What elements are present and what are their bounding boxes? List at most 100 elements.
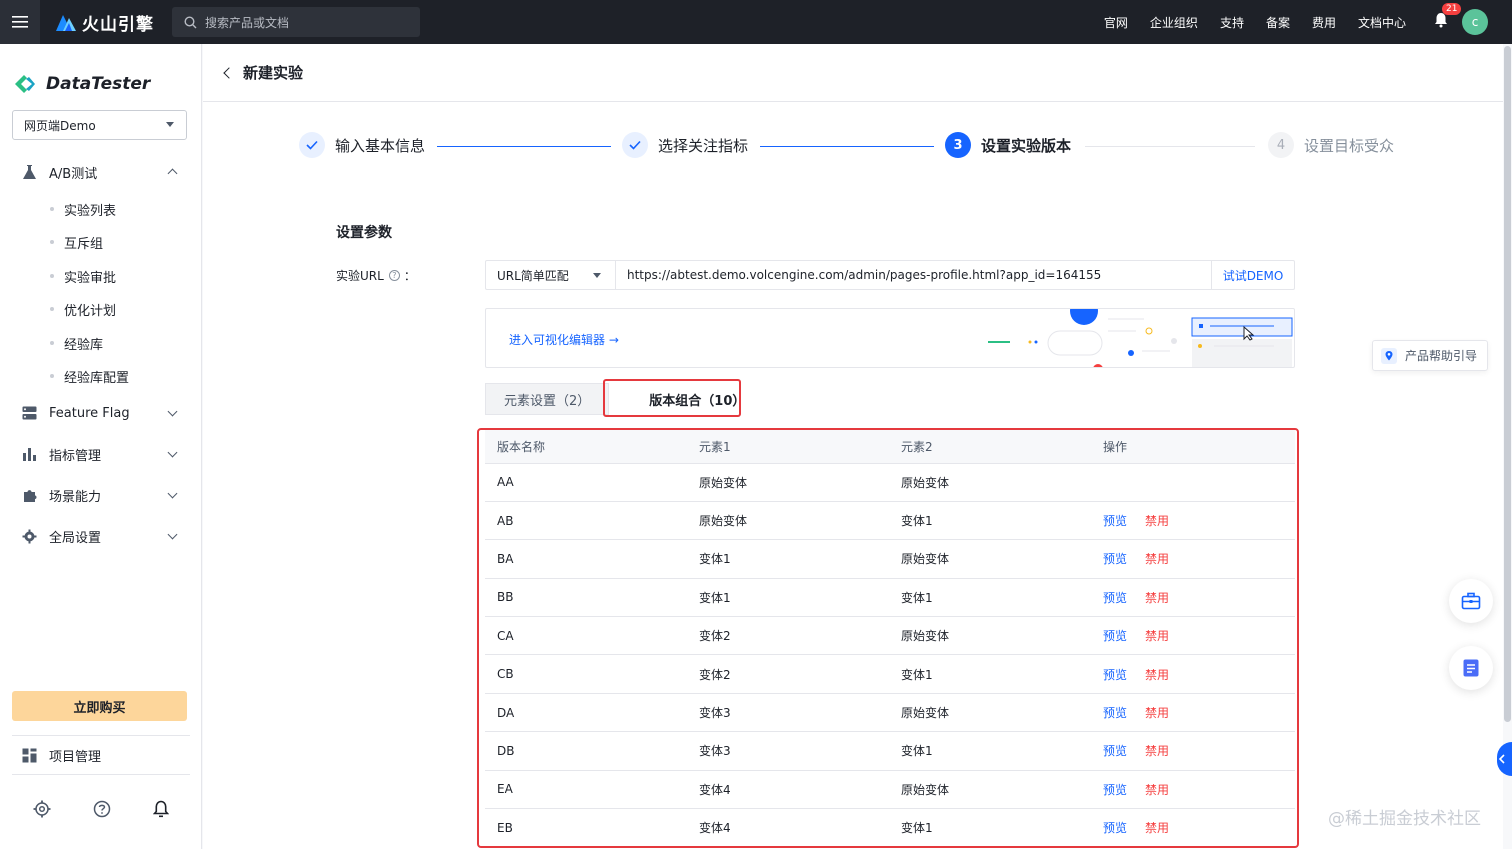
menu-metrics[interactable]: 指标管理 [0, 436, 202, 472]
nav-enterprise[interactable]: 企业组织 [1150, 14, 1198, 31]
menu-global-settings-label: 全局设置 [49, 530, 102, 546]
sidebar-item-label: 优化计划 [64, 303, 117, 319]
url-input-group: URL简单匹配 https://abtest.demo.volcengine.c… [485, 260, 1295, 290]
toolbox-float-button[interactable] [1449, 579, 1493, 623]
bullet-dot [50, 274, 54, 278]
nav-support[interactable]: 支持 [1220, 14, 1244, 31]
sidebar-item-label: 实验列表 [64, 203, 117, 219]
main-content: 新建实验 输入基本信息 选择关注指标 3 设置实验版本 4 设置目标受众 设置参… [203, 44, 1503, 849]
chevron-down-icon [167, 447, 178, 458]
bell-icon[interactable] [153, 800, 169, 818]
flask-icon [21, 164, 37, 180]
chevron-down-icon [593, 273, 601, 278]
watermark: @稀土掘金技术社区 [1328, 809, 1481, 829]
page-header: 新建实验 [203, 44, 1503, 102]
chevron-down-icon [167, 406, 178, 417]
menu-scenes-label: 场景能力 [49, 489, 102, 505]
question-circle-icon[interactable]: ? [388, 270, 400, 281]
sidebar-item-optimization-plan[interactable]: 优化计划 [0, 294, 202, 324]
top-bar: 火山引擎 搜索产品或文档 官网 企业组织 支持 备案 费用 文档中心 21 c [0, 0, 1512, 44]
bullet-dot [50, 341, 54, 345]
page-scrollbar[interactable] [1504, 46, 1511, 722]
visual-editor-card[interactable]: 进入可视化编辑器 → [485, 308, 1295, 368]
sidebar-item-approval[interactable]: 实验审批 [0, 261, 202, 291]
collapse-side-tab[interactable] [1497, 742, 1512, 776]
server-icon [21, 405, 37, 421]
chevron-down-icon [167, 488, 178, 499]
menu-feature-flag[interactable]: Feature Flag [0, 395, 202, 431]
sidebar-item-experience-lib[interactable]: 经验库 [0, 328, 202, 358]
bullet-dot [50, 240, 54, 244]
volcengine-logo[interactable]: 火山引擎 [54, 10, 154, 35]
nav-icp[interactable]: 备案 [1266, 14, 1290, 31]
nav-official-site[interactable]: 官网 [1104, 14, 1128, 31]
datatester-logo-icon [15, 75, 35, 93]
user-avatar[interactable]: c [1462, 9, 1488, 35]
menu-feature-flag-label: Feature Flag [49, 405, 130, 421]
sidebar-footer [0, 800, 202, 818]
menu-ab-test-label: A/B测试 [49, 166, 98, 182]
step-4-number: 4 [1268, 132, 1294, 158]
sidebar-item-label: 互斥组 [64, 236, 104, 252]
menu-scenes[interactable]: 场景能力 [0, 477, 202, 513]
step-2: 选择关注指标 [622, 132, 748, 158]
divider [12, 735, 190, 736]
check-icon [299, 132, 325, 158]
buy-now-button[interactable]: 立即购买 [12, 691, 187, 721]
project-select-value: 网页端Demo [24, 118, 96, 133]
step-1: 输入基本信息 [299, 132, 425, 158]
datatester-logo[interactable]: DataTester [14, 74, 150, 94]
sidebar-item-experiment-list[interactable]: 实验列表 [0, 194, 202, 224]
step-3-number: 3 [945, 132, 971, 158]
top-nav: 官网 企业组织 支持 备案 费用 文档中心 21 c [1104, 0, 1512, 44]
help-question-icon[interactable] [93, 800, 111, 818]
divider [12, 774, 190, 775]
chevron-down-icon [167, 529, 178, 540]
step-connector [437, 146, 611, 147]
menu-project-manage-label: 项目管理 [49, 749, 102, 765]
tab-element-settings[interactable]: 元素设置（2） [485, 383, 610, 415]
try-demo-button[interactable]: 试试DEMO [1211, 261, 1294, 289]
volcano-logo-icon [56, 15, 76, 31]
step-2-label: 选择关注指标 [658, 136, 749, 155]
url-input[interactable]: https://abtest.demo.volcengine.com/admin… [616, 261, 1211, 289]
step-3-label: 设置实验版本 [981, 136, 1072, 155]
step-4-label: 设置目标受众 [1304, 136, 1395, 155]
bar-chart-icon [21, 446, 37, 462]
sidebar-item-experience-lib-config[interactable]: 经验库配置 [0, 361, 202, 391]
bullet-dot [50, 374, 54, 378]
notification-badge: 21 [1442, 3, 1462, 15]
step-connector [1085, 146, 1255, 147]
hamburger-menu-icon[interactable] [0, 0, 40, 44]
help-guide-label: 产品帮助引导 [1405, 349, 1478, 363]
toolbox-icon [1461, 592, 1481, 610]
back-arrow-icon[interactable] [223, 66, 235, 79]
chevron-left-icon [1498, 754, 1505, 764]
chevron-up-icon [167, 168, 178, 179]
global-search-input[interactable]: 搜索产品或文档 [172, 7, 420, 37]
check-icon [622, 132, 648, 158]
brand-name: 火山引擎 [82, 14, 154, 35]
menu-ab-test[interactable]: A/B测试 [0, 154, 202, 190]
settings-gear-icon[interactable] [33, 800, 51, 818]
product-help-guide-button[interactable]: 产品帮助引导 [1372, 340, 1488, 371]
nav-billing[interactable]: 费用 [1312, 14, 1336, 31]
menu-project-manage[interactable]: 项目管理 [0, 737, 202, 773]
chevron-down-icon [166, 122, 174, 127]
bullet-dot [50, 207, 54, 211]
sidebar-item-label: 经验库 [64, 337, 104, 353]
menu-global-settings[interactable]: 全局设置 [0, 518, 202, 554]
sidebar-item-label: 实验审批 [64, 270, 117, 286]
section-title: 设置参数 [336, 225, 392, 241]
gear-icon [21, 528, 37, 544]
url-label-text: 实验URL [336, 269, 384, 283]
sidebar-item-mutex-group[interactable]: 互斥组 [0, 227, 202, 257]
visual-editor-link[interactable]: 进入可视化编辑器 → [509, 331, 619, 348]
document-float-button[interactable] [1449, 646, 1493, 690]
product-name: DataTester [46, 74, 151, 94]
project-select[interactable]: 网页端Demo [12, 110, 187, 140]
nav-docs[interactable]: 文档中心 [1358, 14, 1406, 31]
table-highlight-box [477, 428, 1299, 848]
notification-bell-icon[interactable]: 21 [1434, 3, 1462, 32]
url-match-select[interactable]: URL简单匹配 [486, 261, 616, 289]
